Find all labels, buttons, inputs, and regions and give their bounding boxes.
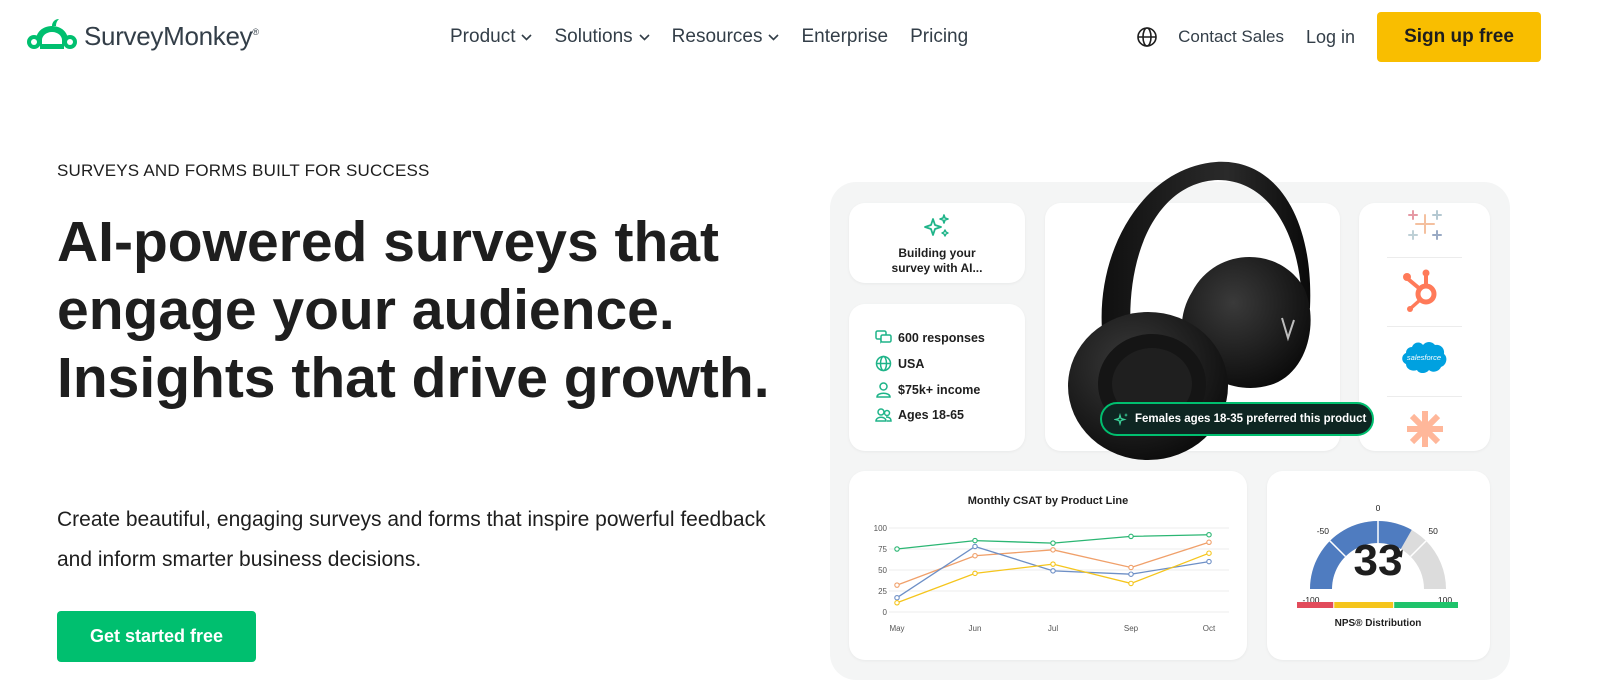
csat-line-chart: Monthly CSAT by Product Line 0 25 50 75 100 M… xyxy=(874,495,1229,633)
get-started-button[interactable]: Get started free xyxy=(57,611,256,662)
nav-resources-label: Resources xyxy=(671,26,763,47)
data-point xyxy=(1050,547,1056,553)
audience-label: 600 responses xyxy=(898,330,985,345)
hero-headline: AI-powered surveys that engage your audi… xyxy=(57,210,770,410)
integrations-card: salesforce xyxy=(1359,203,1490,451)
audience-card: 600 responses USA $75k+ income Ages 18-6… xyxy=(849,304,1025,451)
tableau-logo-icon xyxy=(1408,210,1442,240)
audience-label: USA xyxy=(898,356,925,371)
contact-sales-link[interactable]: Contact Sales xyxy=(1178,27,1284,47)
data-point xyxy=(1206,550,1212,556)
nps-label: NPS® Distribution xyxy=(1335,618,1422,629)
nav-resources[interactable]: Resources xyxy=(672,26,780,48)
audience-item: 600 responses xyxy=(875,329,985,346)
ai-card-line2: survey with AI... xyxy=(891,261,983,275)
nav-pricing[interactable]: Pricing xyxy=(910,26,968,48)
nps-distribution-segment xyxy=(1297,602,1334,608)
chevron-down-icon xyxy=(639,33,650,41)
nav-enterprise[interactable]: Enterprise xyxy=(801,26,888,48)
nps-gauge: 33 -100-50050100 NPS® Distribution xyxy=(1297,503,1458,629)
insight-badge-text: Females ages 18-35 preferred this produc… xyxy=(1135,413,1367,425)
login-link[interactable]: Log in xyxy=(1306,27,1355,48)
salesforce-logo-icon: salesforce xyxy=(1402,342,1447,373)
surveymonkey-logo[interactable]: SurveyMonkey® xyxy=(26,18,259,54)
nps-distribution-segment xyxy=(1394,602,1458,608)
hubspot-logo-icon xyxy=(1403,269,1437,312)
audience-label: $75k+ income xyxy=(898,382,981,397)
salesforce-logo-text: salesforce xyxy=(1407,353,1441,362)
data-point xyxy=(1206,558,1212,565)
divider xyxy=(1387,257,1462,258)
data-point xyxy=(1128,580,1134,587)
nav-solutions[interactable]: Solutions xyxy=(554,26,650,48)
data-point xyxy=(894,600,900,606)
data-point xyxy=(972,543,978,550)
people-icon xyxy=(875,408,892,422)
nps-distribution-segment xyxy=(1334,602,1394,608)
x-tick-label: Sep xyxy=(1124,624,1139,633)
series-line xyxy=(896,552,1210,604)
nav-product-label: Product xyxy=(450,26,516,47)
audience-item: USA xyxy=(875,355,924,372)
ai-sparkle-icon xyxy=(924,214,949,237)
chevron-down-icon xyxy=(521,33,533,41)
y-tick-label: 75 xyxy=(878,545,887,554)
data-point xyxy=(1050,540,1056,546)
brand-name: SurveyMonkey® xyxy=(84,20,259,51)
x-tick-label: Jun xyxy=(969,624,982,633)
data-point xyxy=(1050,561,1056,567)
gauge-tick-label: -50 xyxy=(1317,526,1330,536)
nav-solutions-label: Solutions xyxy=(554,26,633,47)
site-header: SurveyMonkey® Product Solutions Resource… xyxy=(0,0,1600,76)
x-tick-label: May xyxy=(889,624,904,633)
zapier-logo-icon xyxy=(1407,411,1443,447)
data-point xyxy=(1206,539,1212,546)
nav-product[interactable]: Product xyxy=(450,26,533,48)
divider xyxy=(1387,326,1462,327)
ai-card-text: Building your survey with AI... xyxy=(849,246,1025,276)
data-point xyxy=(972,570,978,577)
hero-subtext: Create beautiful, engaging surveys and f… xyxy=(57,508,766,571)
chevron-down-icon xyxy=(768,33,780,41)
hero-eyebrow: SURVEYS AND FORMS BUILT FOR SUCCESS xyxy=(57,161,430,180)
audience-label: Ages 18-65 xyxy=(898,407,965,422)
globe-icon xyxy=(875,355,892,372)
divider xyxy=(1387,396,1462,397)
ai-card-line1: Building your xyxy=(898,246,976,260)
audience-item: Ages 18-65 xyxy=(875,406,964,423)
data-point xyxy=(894,594,900,601)
data-point xyxy=(1206,531,1212,538)
y-tick-label: 0 xyxy=(883,608,888,617)
data-point xyxy=(1128,571,1134,577)
chart-title: Monthly CSAT by Product Line xyxy=(968,495,1129,507)
data-point xyxy=(972,537,978,544)
data-point xyxy=(1050,568,1056,574)
ai-sparkle-icon xyxy=(1114,412,1128,426)
data-point xyxy=(1128,564,1134,571)
ai-building-card: Building your survey with AI... xyxy=(849,203,1025,283)
y-tick-label: 25 xyxy=(878,587,887,596)
main-nav: Product Solutions Resources Enterprise P… xyxy=(450,26,968,48)
data-point xyxy=(1128,533,1134,540)
globe-icon[interactable] xyxy=(1136,26,1158,48)
nav-pricing-label: Pricing xyxy=(910,26,969,47)
signup-button[interactable]: Sign up free xyxy=(1377,12,1541,62)
person-icon xyxy=(876,382,891,398)
insight-badge: Females ages 18-35 preferred this produc… xyxy=(1100,402,1374,436)
monkey-logo-icon xyxy=(27,19,77,49)
x-tick-label: Jul xyxy=(1048,624,1058,633)
nps-score: 33 xyxy=(1354,536,1403,585)
data-point xyxy=(894,546,900,552)
data-point xyxy=(972,552,978,559)
x-tick-label: Oct xyxy=(1203,624,1216,633)
header-actions: Contact Sales Log in Sign up free xyxy=(1136,12,1600,62)
gauge-tick-label: 0 xyxy=(1376,503,1381,513)
y-tick-label: 50 xyxy=(878,566,887,575)
chat-bubbles-icon xyxy=(875,330,892,344)
y-tick-label: 100 xyxy=(874,524,888,533)
data-point xyxy=(894,582,900,588)
nav-enterprise-label: Enterprise xyxy=(801,26,889,47)
audience-item: $75k+ income xyxy=(875,381,980,398)
gauge-tick-label: 50 xyxy=(1428,526,1438,536)
